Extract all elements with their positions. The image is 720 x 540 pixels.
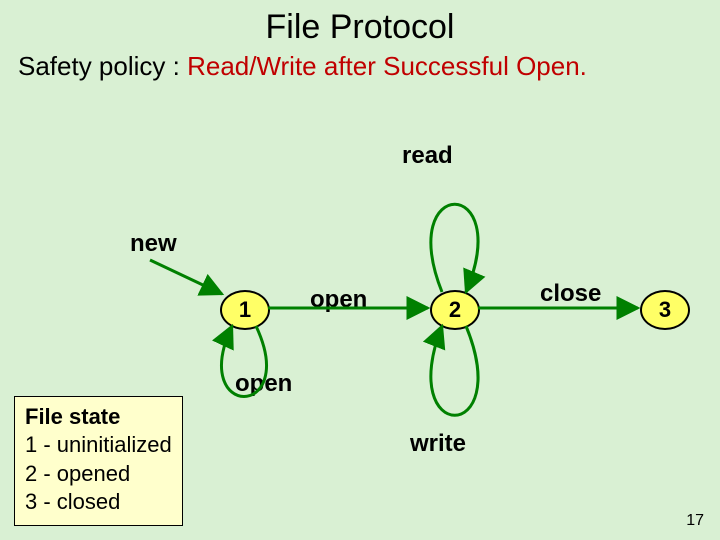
state-1: 1 <box>220 290 270 330</box>
label-open-top: open <box>310 286 367 314</box>
slide-title: File Protocol <box>0 0 720 47</box>
legend-box: File state 1 - uninitialized 2 - opened … <box>14 396 183 526</box>
safety-policy-line: Safety policy : Read/Write after Success… <box>0 47 720 82</box>
state-3: 3 <box>640 290 690 330</box>
legend-line-1: 1 - uninitialized <box>25 431 172 460</box>
state-2: 2 <box>430 290 480 330</box>
label-close: close <box>540 280 601 308</box>
label-write: write <box>410 430 466 458</box>
label-open-bottom: open <box>235 370 292 398</box>
legend-line-3: 3 - closed <box>25 488 172 517</box>
label-read: read <box>402 142 453 170</box>
legend-line-2: 2 - opened <box>25 460 172 489</box>
policy-prefix: Safety policy : <box>18 51 187 81</box>
label-new: new <box>130 230 177 258</box>
legend-heading: File state <box>25 403 172 432</box>
slide-number: 17 <box>686 512 704 530</box>
policy-highlight: Read/Write after Successful Open. <box>187 51 587 81</box>
